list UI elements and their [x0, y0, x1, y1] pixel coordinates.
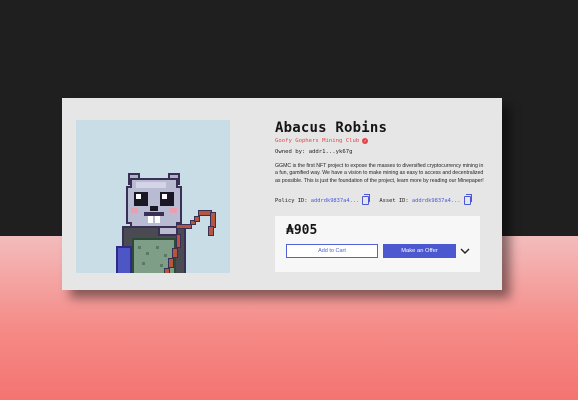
copy-icon[interactable]	[362, 194, 371, 205]
collection-link[interactable]: Goofy Gophers Mining Club ✓	[275, 138, 369, 144]
asset-id[interactable]: addrdk9837a4...	[412, 198, 461, 204]
make-offer-button[interactable]: Make an Offer	[383, 244, 456, 258]
id-row: Policy ID: addrdk9837a4... Asset ID: add…	[275, 194, 481, 205]
nft-description: GGMC is the first NFT project to expose …	[275, 163, 484, 184]
collection-name[interactable]: Goofy Gophers Mining Club	[275, 138, 359, 144]
nft-detail-card: Abacus Robins Goofy Gophers Mining Club …	[62, 98, 502, 290]
owner-address[interactable]: addr1...yk67g	[309, 149, 353, 155]
nft-artwork[interactable]	[76, 120, 230, 273]
owner-line: Owned by: addr1...yk67g	[275, 149, 352, 155]
price: ₳905	[286, 223, 318, 238]
chevron-down-icon[interactable]	[460, 247, 470, 255]
verified-badge-icon: ✓	[362, 138, 369, 144]
policy-id[interactable]: addrdk9837a4...	[311, 198, 360, 204]
nft-title: Abacus Robins	[275, 120, 388, 136]
policy-label: Policy ID:	[275, 197, 308, 204]
purchase-panel: ₳905 Add to Cart Make an Offer	[275, 216, 480, 272]
add-to-cart-button[interactable]: Add to Cart	[286, 244, 378, 258]
owner-label: Owned by:	[275, 149, 306, 155]
copy-icon[interactable]	[463, 194, 472, 205]
asset-label: Asset ID:	[379, 197, 409, 204]
gopher-pixel-art	[116, 173, 216, 273]
